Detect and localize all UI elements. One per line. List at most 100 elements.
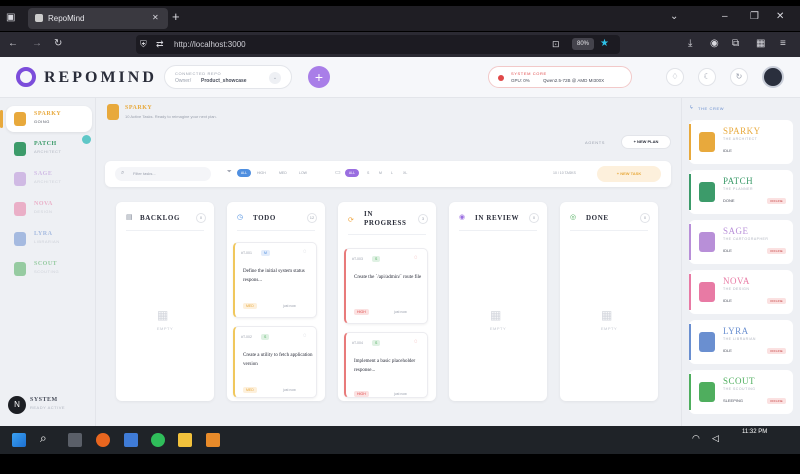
refresh-icon[interactable]: ↻ — [730, 68, 748, 86]
new-task-button[interactable]: + NEW TASK — [597, 166, 661, 182]
permissions-icon[interactable]: ⇄ — [156, 38, 164, 50]
crew-card-scout[interactable]: SCOUT THE SCOUTING SLEEPING OFFLINE — [689, 370, 793, 414]
crew-badge: OFFLINE — [767, 348, 786, 354]
task-time: just now — [283, 388, 296, 392]
theme-toggle-icon[interactable]: ☾ — [698, 68, 716, 86]
forward-icon[interactable]: → — [32, 38, 42, 50]
sidebar-item-lyra[interactable]: LYRA LIBRARIAN — [6, 226, 92, 252]
search-icon[interactable]: ⌕ — [40, 431, 47, 446]
user-avatar[interactable] — [762, 66, 784, 88]
firefox-icon[interactable] — [96, 433, 110, 447]
url-bar[interactable]: ⛨ ⇄ http://localhost:3000 ⊡ 80% ★ — [136, 35, 620, 54]
size-filter-s[interactable]: S — [367, 171, 369, 175]
back-icon[interactable]: ← — [8, 38, 18, 50]
crew-name: SPARKY — [723, 126, 761, 136]
user-initial-avatar[interactable]: N — [8, 396, 26, 414]
add-button[interactable]: + — [308, 66, 330, 88]
volume-icon[interactable]: ◁ — [712, 433, 719, 444]
task-priority: MED — [243, 387, 257, 393]
windows-start-icon[interactable] — [12, 433, 26, 447]
crew-status: IDLE — [723, 248, 732, 253]
account-icon[interactable]: ◉ — [710, 38, 719, 50]
task-title: Create a utility to fetch application ve… — [243, 353, 313, 367]
crew-card-patch[interactable]: PATCH THE PLANNER DONE OFFLINE — [689, 170, 793, 214]
bookmark-star-icon[interactable]: ★ — [600, 38, 609, 50]
minimize-icon[interactable]: – — [722, 11, 728, 23]
restore-icon[interactable]: ❐ — [750, 11, 759, 23]
crew-card-nova[interactable]: NOVA THE DESIGN IDLE OFFLINE — [689, 270, 793, 314]
task-card[interactable]: #T-003 S ◌ Create the `/api/admin/` rout… — [344, 248, 428, 324]
repo-name: Product_showcase — [201, 78, 247, 84]
tab-close-icon[interactable]: ✕ — [152, 12, 159, 24]
task-time: just now — [394, 310, 407, 314]
crew-card-sage[interactable]: SAGE THE CARTOGRAPHER IDLE OFFLINE — [689, 220, 793, 264]
wifi-icon[interactable]: ◠ — [692, 433, 700, 444]
in-progress-icon: ⟳ — [348, 217, 354, 224]
sidebar-item-scout[interactable]: SCOUT SCOUTING — [6, 256, 92, 282]
task-title: Implement a basic placeholder response..… — [354, 359, 416, 373]
column-divider — [570, 230, 648, 231]
task-card[interactable]: #T-002 S ◌ Create a utility to fetch app… — [233, 326, 317, 398]
task-time: just now — [394, 392, 407, 396]
model-name: Qwen2.5-72B @ AMD MI300X — [543, 78, 605, 83]
task-card[interactable]: #T-001 M ◌ Define the initial system sta… — [233, 242, 317, 318]
crew-accent — [689, 224, 691, 260]
notifications-icon[interactable]: ♢ — [666, 68, 684, 86]
file-explorer-icon[interactable] — [178, 433, 192, 447]
tab-list-icon[interactable]: ⌄ — [670, 11, 678, 23]
app-header: REPOMIND CONNECTED REPO Owner/ Product_s… — [0, 57, 800, 98]
sidebar-item-patch[interactable]: PATCH ARCHITECT — [6, 135, 92, 162]
crew-accent — [689, 374, 691, 410]
task-id: #T-004 — [352, 341, 363, 345]
crew-card-sparky[interactable]: SPARKY THE ARCHITECT IDLE — [689, 120, 793, 164]
menu-icon[interactable]: ≡ — [780, 38, 786, 50]
crew-badge: OFFLINE — [767, 398, 786, 404]
zoom-level[interactable]: 80% — [572, 38, 594, 50]
downloads-icon[interactable]: ⤓ — [688, 38, 692, 50]
browser-tab[interactable]: RepoMind ✕ — [28, 8, 168, 29]
sidebar-toggle-icon[interactable]: ▦ — [756, 38, 765, 50]
app-icon[interactable] — [206, 433, 220, 447]
tab-overview-icon[interactable]: ▣ — [6, 12, 15, 24]
column-count: 0 — [529, 213, 539, 223]
task-count: 10 / 10 TASKS — [553, 171, 576, 175]
whatsapp-icon[interactable] — [151, 433, 165, 447]
sidebar-item-label: NOVA — [34, 201, 53, 207]
task-view-icon[interactable] — [68, 433, 82, 447]
extensions-icon[interactable]: ⧉ — [732, 38, 739, 50]
column-divider — [459, 230, 537, 231]
filter-input[interactable]: ⌕ Filter tasks... — [115, 167, 211, 181]
sidebar-item-nova[interactable]: NOVA DESIGN — [6, 196, 92, 222]
empty-label: EMPTY — [600, 326, 618, 331]
crew-role: THE DESIGN — [723, 287, 750, 291]
new-plan-button[interactable]: + NEW PLAN — [621, 135, 671, 149]
crew-icon: ϟ — [690, 105, 693, 111]
task-card[interactable]: #T-004 S ◌ Implement a basic placeholder… — [344, 332, 428, 398]
priority-filter-low[interactable]: LOW — [299, 171, 307, 175]
priority-filter-med[interactable]: MED — [279, 171, 287, 175]
column-divider — [126, 230, 204, 231]
sidebar-item-sparky[interactable]: SPARKY GOING — [0, 106, 92, 132]
shield-icon[interactable]: ⛨ — [140, 38, 147, 50]
app-logo: REPOMIND — [44, 69, 157, 86]
repo-dropdown-icon[interactable]: ⌄ — [269, 72, 281, 84]
close-window-icon[interactable]: ✕ — [776, 11, 784, 23]
new-tab-icon[interactable]: + — [172, 10, 180, 23]
size-filter-m[interactable]: M — [379, 171, 382, 175]
crew-card-lyra[interactable]: LYRA THE LIBRARIAN IDLE OFFLINE — [689, 320, 793, 364]
connected-repo[interactable]: CONNECTED REPO Owner/ Product_showcase ⌄ — [164, 65, 292, 89]
priority-filter-all[interactable]: ALL — [237, 169, 251, 177]
board-area: SPARKY 10 Active Tasks. Ready to reimagi… — [97, 98, 680, 426]
screenshot-icon[interactable]: ⊡ — [552, 38, 560, 50]
system-core-label: SYSTEM CORE — [511, 71, 547, 76]
size-filter-l[interactable]: L — [391, 171, 393, 175]
size-filter-xl[interactable]: XL — [403, 171, 407, 175]
sidebar-item-sage[interactable]: SAGE ARCHITECT — [6, 166, 92, 192]
column-title: TODO — [253, 214, 276, 222]
size-filter-all[interactable]: ALL — [345, 169, 359, 177]
column-title: IN REVIEW — [475, 214, 520, 222]
app-icon[interactable] — [124, 433, 138, 447]
empty-label: EMPTY — [489, 326, 507, 331]
reload-icon[interactable]: ↻ — [54, 38, 62, 50]
priority-filter-high[interactable]: HIGH — [257, 171, 266, 175]
